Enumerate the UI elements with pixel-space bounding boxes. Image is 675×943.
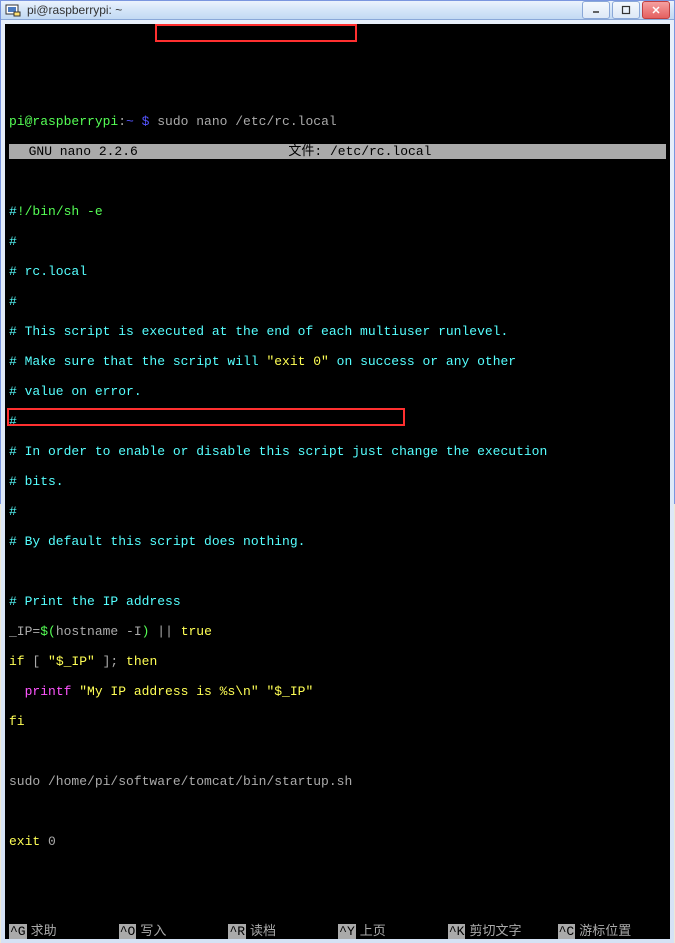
then-kw: then: [126, 654, 157, 669]
highlight-box-command: [155, 24, 357, 42]
if-cond2: ];: [95, 654, 126, 669]
terminal[interactable]: pi@raspberrypi:~ $ sudo nano /etc/rc.loc…: [5, 24, 670, 939]
ip-cmd: hostname -I: [56, 624, 142, 639]
window-title: pi@raspberrypi: ~: [27, 3, 582, 17]
prompt-colon: :: [118, 114, 126, 129]
nano-key-read[interactable]: ^R: [228, 924, 246, 939]
comment: # By default this script does nothing.: [9, 534, 305, 549]
comment: # Print the IP address: [9, 594, 181, 609]
close-button[interactable]: [642, 1, 670, 19]
window-frame: pi@raspberrypi: ~ pi@raspberrypi:~ $ sud…: [0, 0, 675, 504]
if-cond: [: [25, 654, 48, 669]
ip-eq: =: [32, 624, 40, 639]
comment: #: [9, 234, 17, 249]
prompt-path: ~ $: [126, 114, 149, 129]
comment: #: [9, 504, 17, 519]
comment: #: [9, 414, 17, 429]
nano-key-cut[interactable]: ^K: [448, 924, 466, 939]
nano-label-prevpage: 上页: [360, 924, 386, 939]
shebang: !/bin/sh -e: [17, 204, 103, 219]
nano-key-help[interactable]: ^G: [9, 924, 27, 939]
ip-true: true: [181, 624, 212, 639]
terminal-content: pi@raspberrypi:~ $ sudo nano /etc/rc.loc…: [5, 99, 670, 879]
if-kw: if: [9, 654, 25, 669]
nano-key-prevpage[interactable]: ^Y: [338, 924, 356, 939]
ip-dollar: $(: [40, 624, 56, 639]
startup-line: sudo /home/pi/software/tomcat/bin/startu…: [9, 774, 352, 789]
nano-key-curpos[interactable]: ^C: [558, 924, 576, 939]
printf-arg1: "My IP address is %s\n": [71, 684, 258, 699]
ip-close: ): [142, 624, 150, 639]
putty-icon: [5, 2, 21, 18]
comment: # This script is executed at the end of …: [9, 324, 508, 339]
nano-label-cut: 剪切文字: [469, 924, 521, 939]
terminal-frame: pi@raspberrypi:~ $ sudo nano /etc/rc.loc…: [1, 20, 674, 943]
nano-header: GNU nano 2.2.6文件: /etc/rc.local: [9, 144, 666, 159]
fi-kw: fi: [9, 714, 25, 729]
ip-or: ||: [149, 624, 180, 639]
nano-key-writeout[interactable]: ^O: [119, 924, 137, 939]
shebang-hash: #: [9, 204, 17, 219]
ip-var: _IP: [9, 624, 32, 639]
titlebar[interactable]: pi@raspberrypi: ~: [1, 1, 674, 20]
comment: # value on error.: [9, 384, 142, 399]
nano-label-help: 求助: [31, 924, 57, 939]
comment: #: [9, 294, 17, 309]
printf-arg2: "$_IP": [259, 684, 314, 699]
comment: # Make sure that the script will: [9, 354, 266, 369]
printf-indent: [9, 684, 25, 699]
titlebar-buttons: [582, 1, 670, 19]
minimize-button[interactable]: [582, 1, 610, 19]
comment-str: "exit 0": [266, 354, 328, 369]
nano-file: 文件: /etc/rc.local: [138, 144, 582, 159]
comment: # rc.local: [9, 264, 87, 279]
comment: # bits.: [9, 474, 64, 489]
nano-label-writeout: 写入: [140, 924, 166, 939]
nano-label-curpos: 游标位置: [579, 924, 631, 939]
exit-kw: exit: [9, 834, 40, 849]
printf-kw: printf: [25, 684, 72, 699]
comment: on success or any other: [329, 354, 516, 369]
nano-version: GNU nano 2.2.6: [13, 144, 138, 159]
comment: # In order to enable or disable this scr…: [9, 444, 547, 459]
maximize-button[interactable]: [612, 1, 640, 19]
nano-footer: ^G 求助 ^O写入 ^R 读档 ^Y 上页 ^K剪切文字 ^C游标位置: [5, 924, 670, 939]
prompt-command: sudo nano /etc/rc.local: [149, 114, 336, 129]
nano-label-read: 读档: [250, 924, 276, 939]
prompt-userhost: pi@raspberrypi: [9, 114, 118, 129]
if-var: "$_IP": [48, 654, 95, 669]
exit-code: 0: [40, 834, 56, 849]
